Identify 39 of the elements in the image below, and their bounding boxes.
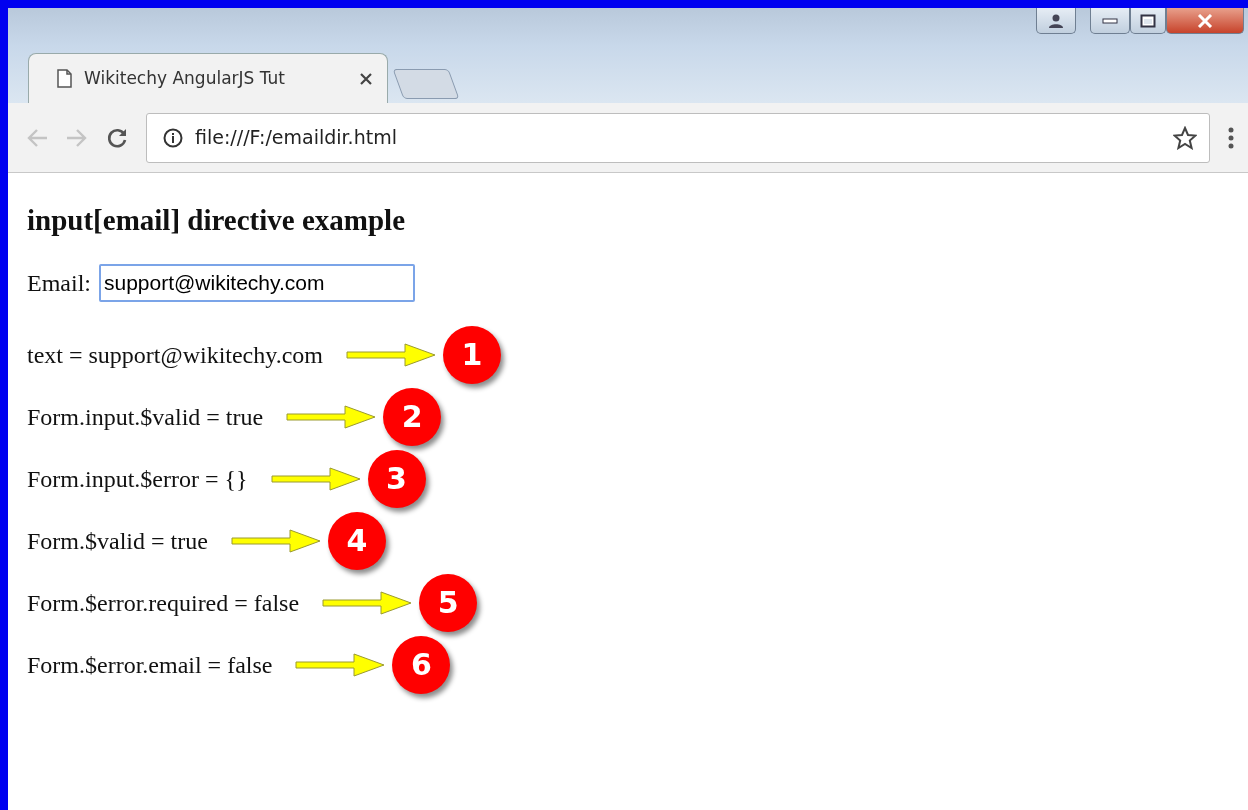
page-icon <box>57 69 72 88</box>
output-line: Form.input.$error = {} <box>27 464 248 494</box>
output-line: Form.$error.required = false <box>27 588 300 618</box>
arrow-icon <box>294 650 387 679</box>
output-line: Form.$error.email = false <box>27 650 273 680</box>
output-line: Form.input.$valid = true <box>27 402 264 432</box>
number-badge: 2 <box>383 387 442 446</box>
email-field[interactable]: support@wikitechy.com <box>99 263 415 302</box>
address-text: file:///F:/emaildir.html <box>195 125 398 151</box>
maximize-button[interactable] <box>1130 8 1166 34</box>
number-badge: 3 <box>367 449 426 508</box>
arrow-icon <box>285 402 378 431</box>
output-line: text = support@wikitechy.com <box>27 340 324 370</box>
tab-title: Wikitechy AngularJS Tut <box>84 66 286 90</box>
number-badge: 5 <box>419 573 478 632</box>
arrow-icon <box>321 588 414 617</box>
browser-tab[interactable]: Wikitechy AngularJS Tut <box>28 53 388 103</box>
close-icon[interactable] <box>359 71 373 86</box>
email-label: Email: <box>27 268 91 298</box>
output-line: Form.$valid = true <box>27 526 208 556</box>
number-badge: 4 <box>327 511 386 570</box>
close-button[interactable] <box>1166 8 1244 34</box>
info-icon <box>163 127 183 148</box>
arrow-icon <box>345 340 438 369</box>
number-badge: 1 <box>443 325 502 384</box>
arrow-icon <box>269 464 362 493</box>
minimize-icon <box>1102 17 1118 24</box>
profile-button[interactable] <box>1036 8 1076 34</box>
number-badge: 6 <box>392 635 451 694</box>
reload-icon[interactable] <box>106 126 128 149</box>
person-icon <box>1048 13 1064 28</box>
address-bar[interactable]: file:///F:/emaildir.html <box>146 112 1210 163</box>
arrow-icon <box>229 526 322 555</box>
close-icon <box>1197 13 1213 28</box>
minimize-button[interactable] <box>1090 8 1130 34</box>
star-icon[interactable] <box>1173 125 1197 150</box>
menu-icon[interactable] <box>1228 126 1234 149</box>
page-heading: input[email] directive example <box>27 203 406 238</box>
maximize-icon <box>1140 13 1156 28</box>
